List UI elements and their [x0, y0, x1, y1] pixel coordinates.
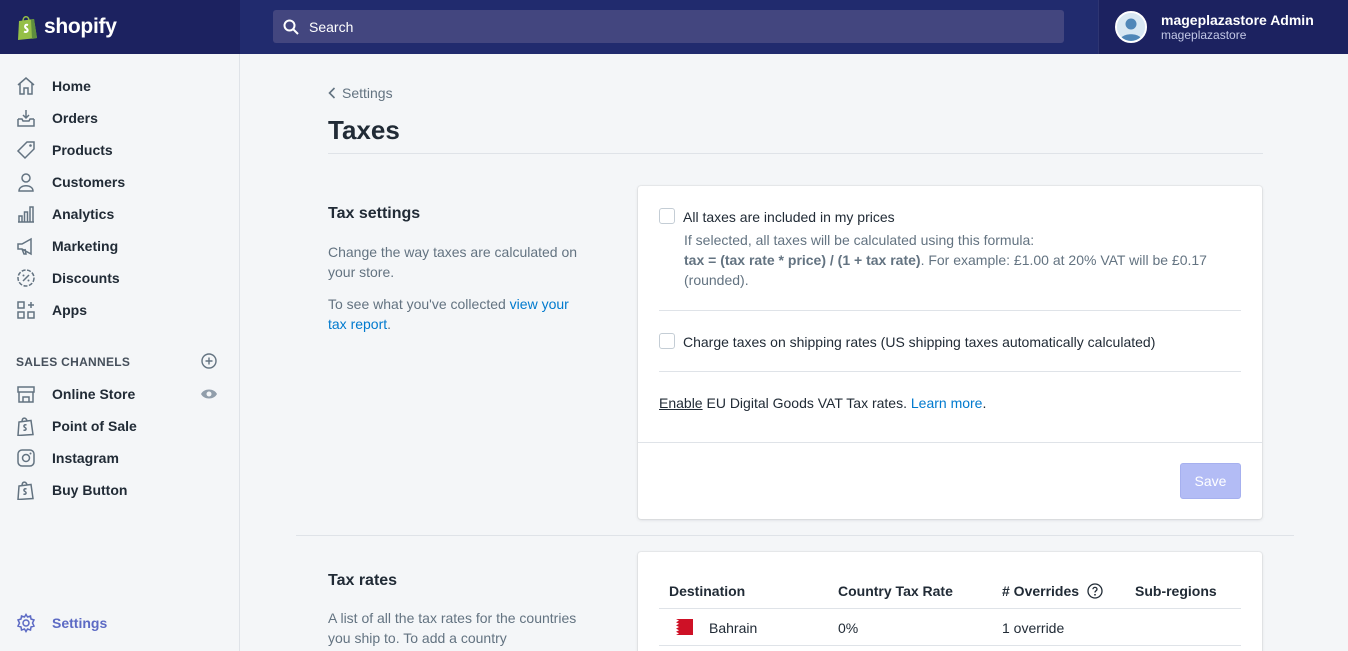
sidebar-item-buy-button[interactable]: Buy Button: [0, 474, 239, 506]
eu-vat-text: EU Digital Goods VAT Tax rates.: [702, 395, 911, 411]
tax-report-description: To see what you've collected view your t…: [328, 294, 588, 334]
column-destination: Destination: [669, 583, 746, 599]
person-icon: [18, 173, 34, 192]
column-overrides: # Overrides: [1002, 583, 1103, 599]
sidebar-item-orders[interactable]: Orders: [0, 102, 239, 134]
brand-name: shopify: [44, 15, 117, 38]
sidebar-item-label: Online Store: [52, 386, 136, 402]
sidebar: Home Orders Products Customers Analytics…: [0, 54, 240, 651]
table-header-divider: [659, 608, 1241, 609]
sidebar-item-label: Orders: [52, 110, 98, 126]
eu-vat-line: Enable EU Digital Goods VAT Tax rates. L…: [659, 395, 986, 411]
user-avatar-icon: [1117, 13, 1145, 41]
card-footer-divider: [638, 442, 1262, 443]
sidebar-item-instagram[interactable]: Instagram: [0, 442, 239, 474]
card-divider: [659, 310, 1241, 311]
table-row-divider: [659, 645, 1241, 646]
sidebar-item-products[interactable]: Products: [0, 134, 239, 166]
chevron-left-icon: [328, 87, 336, 99]
taxes-included-help: If selected, all taxes will be calculate…: [684, 230, 1224, 290]
sidebar-item-label: Customers: [52, 174, 126, 190]
page-title: Taxes: [328, 115, 400, 145]
add-sales-channel-icon[interactable]: [201, 353, 217, 369]
search-icon: [283, 19, 299, 35]
main-content: Settings Taxes Tax settings Change the w…: [240, 54, 1348, 651]
formula-intro: If selected, all taxes will be calculate…: [684, 232, 1035, 248]
tax-report-suffix: .: [387, 316, 392, 332]
avatar: [1115, 11, 1147, 43]
sidebar-item-customers[interactable]: Customers: [0, 166, 239, 198]
destination-link[interactable]: Bahrain: [709, 620, 757, 636]
tax-rates-heading: Tax rates: [328, 572, 398, 589]
gear-icon: [16, 613, 36, 633]
tax-rates-description: A list of all the tax rates for the coun…: [328, 610, 577, 646]
top-bar: shopify Search mageplazastore Admin mage…: [0, 0, 1348, 54]
store-icon: [17, 386, 35, 403]
country-tax-rate: 0%: [838, 620, 859, 636]
overrides-count: 1 override: [1002, 620, 1065, 636]
sidebar-item-label: Settings: [52, 615, 108, 631]
sidebar-item-label: Products: [52, 142, 113, 158]
eu-vat-end: .: [982, 395, 987, 411]
title-divider: [328, 153, 1263, 154]
bahrain-flag-icon: [671, 619, 693, 635]
save-button[interactable]: Save: [1180, 463, 1241, 499]
discount-icon: [17, 269, 35, 287]
column-country-tax-rate: Country Tax Rate: [838, 583, 953, 599]
charge-shipping-tax-label: Charge taxes on shipping rates (US shipp…: [683, 334, 1156, 350]
charge-shipping-tax-checkbox[interactable]: [659, 333, 675, 349]
orders-icon: [17, 110, 35, 127]
enable-eu-vat-link[interactable]: Enable: [659, 395, 703, 411]
taxes-included-label: All taxes are included in my prices: [683, 209, 895, 225]
tag-icon: [16, 141, 35, 160]
sidebar-item-label: Marketing: [52, 238, 119, 254]
column-sub-regions: Sub-regions: [1135, 583, 1217, 599]
search-bar[interactable]: Search: [273, 10, 1064, 43]
account-menu[interactable]: mageplazastore Admin mageplazastore: [1098, 0, 1348, 54]
shopify-bag-icon: [17, 481, 34, 500]
apps-icon: [17, 301, 35, 319]
bar-chart-icon: [18, 206, 34, 223]
formula-example: tax = (tax rate * price) / (1 + tax rate…: [684, 250, 1224, 290]
sidebar-item-label: Point of Sale: [52, 418, 137, 434]
sidebar-item-label: Instagram: [52, 450, 119, 466]
account-name: mageplazastore Admin: [1161, 12, 1314, 28]
taxes-included-checkbox[interactable]: [659, 208, 675, 224]
sidebar-item-apps[interactable]: Apps: [0, 294, 239, 326]
tax-settings-card: All taxes are included in my prices If s…: [638, 186, 1262, 519]
search-placeholder: Search: [309, 18, 354, 35]
tax-report-prefix: To see what you've collected: [328, 296, 510, 312]
tax-rates-card: Destination Country Tax Rate # Overrides…: [638, 552, 1262, 651]
sales-channels-heading: SALES CHANNELS: [16, 355, 131, 369]
tax-settings-description: Change the way taxes are calculated on y…: [328, 244, 578, 280]
brand-logo[interactable]: shopify: [0, 0, 240, 54]
home-icon: [17, 77, 35, 95]
sidebar-item-label: Analytics: [52, 206, 115, 222]
sidebar-item-label: Discounts: [52, 270, 120, 286]
sidebar-item-point-of-sale[interactable]: Point of Sale: [0, 410, 239, 442]
help-icon[interactable]: [1087, 583, 1103, 599]
shopify-bag-icon: [18, 16, 37, 40]
sidebar-item-label: Apps: [52, 302, 87, 318]
sidebar-item-settings[interactable]: Settings: [0, 607, 239, 639]
megaphone-icon: [17, 237, 32, 256]
account-store: mageplazastore: [1161, 28, 1247, 42]
overrides-header-label: # Overrides: [1002, 583, 1080, 599]
breadcrumb-settings: Settings: [342, 85, 393, 101]
section-divider: [296, 535, 1294, 536]
card-divider: [659, 371, 1241, 372]
learn-more-link[interactable]: Learn more: [911, 395, 983, 411]
sidebar-item-discounts[interactable]: Discounts: [0, 262, 239, 294]
eye-icon[interactable]: [200, 387, 218, 401]
shopify-bag-icon: [17, 417, 34, 436]
sidebar-item-label: Home: [52, 78, 91, 94]
sidebar-item-analytics[interactable]: Analytics: [0, 198, 239, 230]
breadcrumb[interactable]: Settings: [328, 85, 393, 101]
sidebar-item-home[interactable]: Home: [0, 70, 239, 102]
tax-formula: tax = (tax rate * price) / (1 + tax rate…: [684, 252, 921, 268]
tax-settings-heading: Tax settings: [328, 205, 421, 222]
instagram-icon: [17, 449, 35, 467]
sidebar-item-marketing[interactable]: Marketing: [0, 230, 239, 262]
sidebar-item-label: Buy Button: [52, 482, 128, 498]
